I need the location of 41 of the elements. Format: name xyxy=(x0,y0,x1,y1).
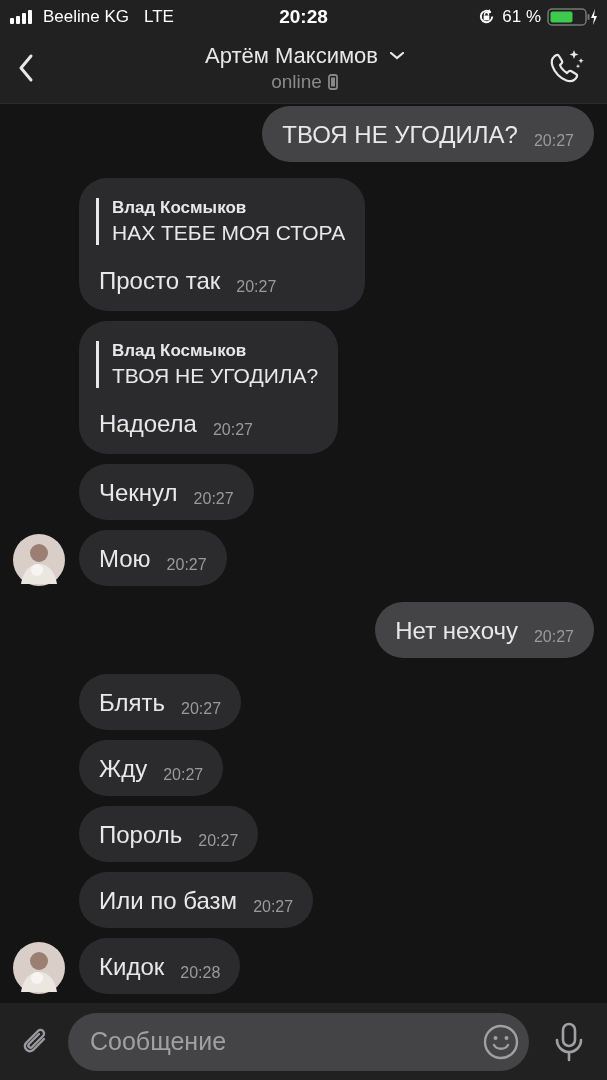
message-time: 20:27 xyxy=(166,555,207,575)
message-time: 20:27 xyxy=(193,489,234,509)
reply-author: Влад Космыков xyxy=(112,341,248,361)
message-text: Чекнул xyxy=(99,479,178,507)
message-time: 20:27 xyxy=(212,420,253,440)
message-text: Мою xyxy=(99,545,151,573)
message-time: 20:27 xyxy=(533,131,574,151)
message-time: 20:27 xyxy=(163,765,204,785)
avatar[interactable] xyxy=(13,534,65,586)
message-time: 20:28 xyxy=(180,963,221,983)
carrier-name: Beeline KG xyxy=(43,6,129,27)
message-text: Пороль xyxy=(99,821,183,849)
emoji-icon[interactable] xyxy=(483,1023,519,1060)
message-text: Жду xyxy=(99,755,148,783)
reply-text: ТВОЯ НЕ УГОДИЛА? xyxy=(112,364,319,388)
phone-device-icon xyxy=(327,74,338,90)
message-time: 20:27 xyxy=(198,831,239,851)
message-time: 20:27 xyxy=(236,277,277,297)
message-text: Надоела xyxy=(99,410,197,438)
message-text: ТВОЯ НЕ УГОДИЛА? xyxy=(282,121,518,149)
back-icon[interactable] xyxy=(18,53,34,83)
reply-author: Влад Космыков xyxy=(112,198,248,218)
avatar[interactable] xyxy=(13,942,65,994)
message-time: 20:27 xyxy=(533,627,574,647)
message-text: Кидок xyxy=(99,953,165,981)
message-time: 20:27 xyxy=(181,699,222,719)
network-type: LTE xyxy=(144,6,174,27)
chevron-down-icon[interactable] xyxy=(390,52,404,60)
message-field[interactable]: Сообщение xyxy=(68,1012,529,1071)
message-text: Или по базм xyxy=(99,887,238,915)
battery-charging-icon xyxy=(547,7,597,26)
message-time: 20:27 xyxy=(253,897,294,917)
clock: 20:28 xyxy=(279,5,328,28)
microphone-icon[interactable] xyxy=(553,1021,585,1062)
online-status: online xyxy=(271,71,322,93)
message-text: Нет нехочу xyxy=(395,617,518,645)
contact-name[interactable]: Артём Максимов xyxy=(205,43,378,69)
message-text: Просто так xyxy=(99,267,221,295)
reply-text: НАХ ТЕБЕ МОЯ СТОРА xyxy=(112,221,346,245)
message-text: Блять xyxy=(99,689,165,717)
battery-percent: 61 % xyxy=(502,6,541,27)
